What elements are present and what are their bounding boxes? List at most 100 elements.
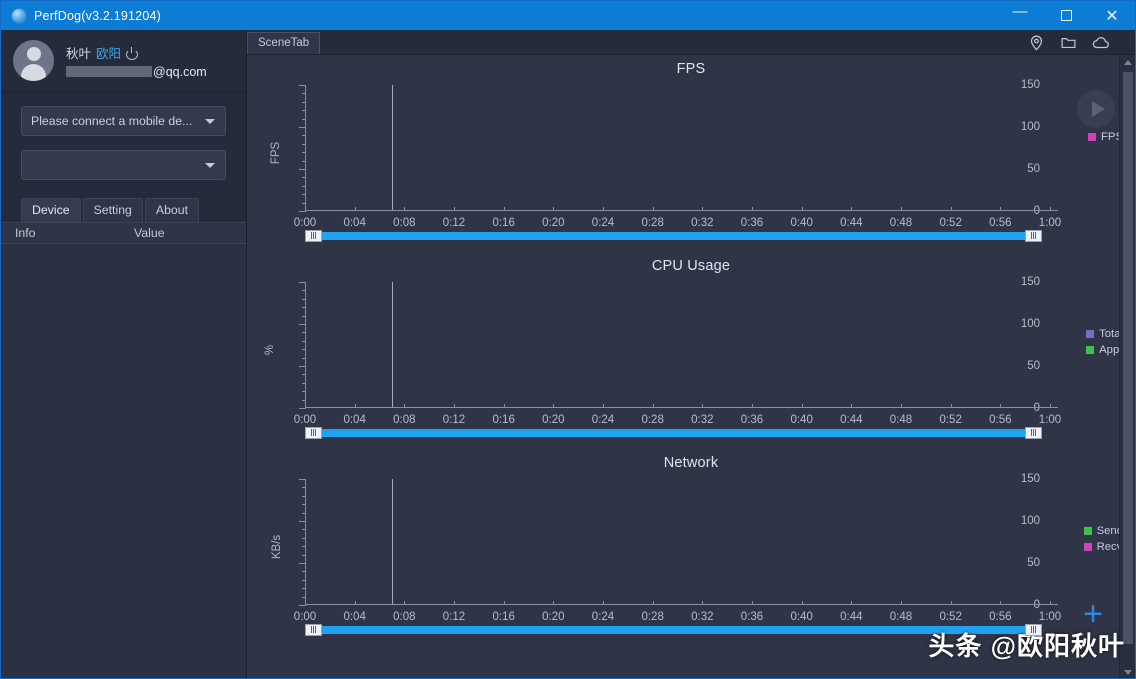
x-tick-label: 0:04 [343, 217, 366, 229]
slider-handle-right[interactable] [1025, 623, 1042, 636]
y-tick-label: 100 [1020, 317, 1040, 330]
y-tick-label: 0 [1033, 402, 1040, 414]
x-tick-label: 0:52 [939, 217, 962, 229]
time-cursor-line[interactable] [391, 85, 393, 210]
play-button[interactable] [1077, 90, 1115, 128]
plot-area[interactable]: FPS 0 50 100 150 0:00 0:04 0:08 0:12 0:16 0:20 0:24… [270, 77, 1061, 229]
location-pin-icon[interactable] [1028, 34, 1045, 51]
time-cursor-line[interactable] [391, 479, 393, 604]
x-tick-label: 0:00 [293, 414, 317, 426]
x-tick-label: 0:24 [591, 414, 615, 426]
x-tick-label: 0:44 [840, 217, 863, 229]
x-tick-label: 0:28 [641, 414, 664, 426]
y-axis-label: % [264, 344, 277, 356]
y-tick-minor [302, 579, 306, 581]
close-button[interactable]: ✕ [1089, 1, 1135, 30]
y-tick-minor [302, 487, 306, 489]
add-chart-button[interactable]: + [1078, 597, 1108, 631]
slider-handle-right[interactable] [1025, 426, 1042, 439]
device-select[interactable]: Please connect a mobile de... [21, 106, 226, 136]
x-tick-label: 0:00 [293, 217, 317, 229]
x-tick [901, 404, 902, 408]
y-tick-minor [302, 374, 306, 376]
slider-track[interactable] [305, 231, 1042, 240]
app-select[interactable] [21, 150, 226, 180]
plot-area[interactable]: % 0 50 100 150 0:00 0:04 0:08 0:12 0:16 0:20 0:24 0:… [264, 274, 1061, 426]
x-tick [950, 207, 952, 211]
cloud-icon[interactable] [1092, 34, 1109, 51]
y-tick-label: 150 [1020, 276, 1040, 288]
slider-handle-left[interactable] [305, 623, 322, 636]
slider-handle-left[interactable] [305, 426, 322, 439]
scrollbar-thumb[interactable] [1123, 72, 1133, 644]
plot-area[interactable]: KB/s 0 50 100 150 0:00 0:04 0:08 0:12 0:16 0:20 0:2… [271, 471, 1061, 623]
minimize-button[interactable]: — [997, 1, 1043, 30]
y-tick-minor [302, 588, 306, 590]
x-tick-label: 0:20 [542, 414, 565, 426]
time-cursor-line[interactable] [391, 282, 393, 407]
x-tick [354, 404, 356, 408]
x-tick [851, 601, 853, 605]
power-icon[interactable] [126, 46, 139, 60]
charts-area: FPS FPS 0 50 100 150 0:00 0:04 0:08 0:12 0:16 0:20 0… [247, 55, 1135, 678]
x-tick [851, 404, 853, 408]
main-scrollbar[interactable] [1119, 55, 1135, 678]
x-tick-label: 1:00 [1038, 217, 1062, 229]
y-tick-minor [302, 399, 306, 401]
y-tick-minor [302, 504, 306, 506]
scroll-down-arrow-icon[interactable] [1120, 665, 1135, 678]
user-name-last: 欧阳 [96, 46, 122, 61]
info-table-header: Info Value [1, 222, 246, 244]
slider-track[interactable] [305, 428, 1042, 437]
tab-setting[interactable]: Setting [82, 198, 143, 222]
folder-icon[interactable] [1060, 34, 1077, 51]
x-tick-label: 0:04 [343, 611, 366, 623]
sidebar-controls: Please connect a mobile de... [1, 92, 246, 194]
x-tick-label: 1:00 [1038, 414, 1062, 426]
legend-item[interactable]: Recv [1083, 541, 1123, 553]
y-tick-major [299, 169, 306, 170]
y-tick-minor [302, 596, 306, 598]
tab-about[interactable]: About [144, 198, 200, 222]
slider-track[interactable] [305, 625, 1042, 634]
y-tick-minor [302, 202, 306, 204]
y-tick-minor [302, 495, 306, 497]
chevron-down-icon [205, 162, 215, 168]
slider-handle-right[interactable] [1025, 229, 1042, 242]
time-range-slider[interactable] [305, 229, 1042, 242]
time-range-slider[interactable] [305, 623, 1042, 636]
time-range-slider[interactable] [305, 426, 1042, 439]
x-tick [1050, 601, 1051, 605]
y-tick-label: 50 [1027, 556, 1040, 569]
y-tick-label: 150 [1020, 473, 1040, 485]
legend-item[interactable]: Send [1083, 525, 1123, 537]
legend-item[interactable]: Total [1086, 328, 1123, 340]
legend-swatch-icon [1083, 543, 1092, 551]
x-tick-label: 0:36 [740, 414, 764, 426]
x-tick-label: 0:32 [691, 414, 714, 426]
x-tick [950, 404, 952, 408]
x-tick [503, 207, 505, 211]
x-tick [1000, 207, 1002, 211]
x-tick-label: 0:08 [393, 611, 416, 623]
y-tick-major [299, 324, 306, 325]
tab-device[interactable]: Device [21, 198, 81, 222]
y-tick-minor [302, 554, 306, 556]
legend-item[interactable]: App [1086, 344, 1123, 356]
x-tick [404, 404, 406, 408]
slider-handle-left[interactable] [305, 229, 322, 242]
x-tick-label: 0:36 [740, 611, 764, 623]
x-tick [702, 404, 704, 408]
x-axis [305, 407, 1058, 408]
legend-item[interactable]: FPS [1088, 131, 1123, 143]
x-tick-label: 0:40 [790, 414, 813, 426]
x-tick [603, 207, 604, 211]
x-tick [1000, 404, 1002, 408]
y-axis-label: KB/s [271, 534, 284, 560]
tab-scenetab[interactable]: SceneTab [247, 32, 321, 54]
x-axis [305, 210, 1058, 211]
x-tick [950, 601, 952, 605]
scroll-up-arrow-icon[interactable] [1120, 55, 1135, 70]
maximize-button[interactable] [1043, 1, 1089, 30]
device-select-value: Please connect a mobile de... [31, 114, 193, 128]
